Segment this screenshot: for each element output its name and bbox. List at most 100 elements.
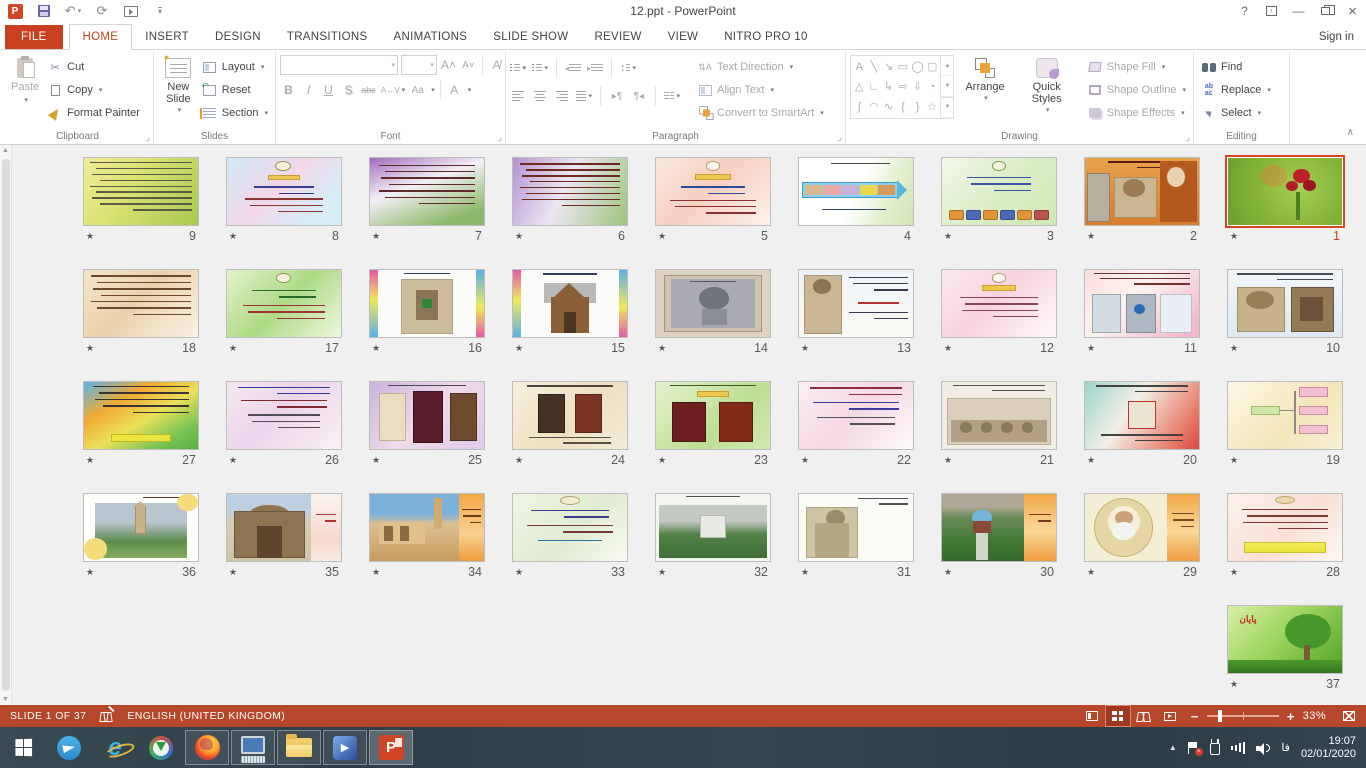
layout-button[interactable]: Layout▾ xyxy=(199,57,271,77)
language-label[interactable]: ENGLISH (UNITED KINGDOM) xyxy=(127,710,285,722)
taskbar-app-file-explorer[interactable] xyxy=(277,730,321,765)
network-icon[interactable] xyxy=(1231,742,1246,754)
tab-insert[interactable]: INSERT xyxy=(132,25,202,49)
animation-star-icon[interactable]: ★ xyxy=(656,567,666,578)
animation-star-icon[interactable]: ★ xyxy=(370,567,380,578)
tab-transitions[interactable]: TRANSITIONS xyxy=(274,25,381,49)
animation-star-icon[interactable]: ★ xyxy=(84,343,94,354)
elbow-arrow-connector-shape-icon[interactable]: ↳ xyxy=(884,82,893,93)
animation-star-icon[interactable]: ★ xyxy=(227,343,237,354)
shapes-more-button[interactable]: ▼ xyxy=(941,97,953,118)
right-brace-shape-icon[interactable]: } xyxy=(916,102,920,113)
shapes-gallery[interactable]: A╲↘▭◯▢△∟↳⇨⇩◔ʃ◠∿{}☆ ▲ ▼ ▼ xyxy=(850,55,954,119)
rounded-rectangle-shape-icon[interactable]: ▢ xyxy=(927,62,937,73)
show-hidden-icons-button[interactable]: ▲ xyxy=(1169,743,1177,752)
shape-outline-button[interactable]: Shape Outline▾ xyxy=(1084,80,1189,100)
slide-thumbnail-21[interactable] xyxy=(942,382,1056,449)
slide-thumbnail-3[interactable] xyxy=(942,158,1056,225)
shapes-scroll-down-button[interactable]: ▼ xyxy=(941,76,953,96)
tab-review[interactable]: REVIEW xyxy=(581,25,654,49)
tab-design[interactable]: DESIGN xyxy=(202,25,274,49)
bullets-button[interactable]: ▾ xyxy=(510,61,526,75)
animation-star-icon[interactable]: ★ xyxy=(942,567,952,578)
section-button[interactable]: Section▾ xyxy=(199,103,271,123)
action-center-icon[interactable]: × xyxy=(1188,742,1199,754)
quick-styles-button[interactable]: Quick Styles▾ xyxy=(1016,55,1078,120)
animation-star-icon[interactable]: ★ xyxy=(799,567,809,578)
font-name-combobox[interactable]: ▾ xyxy=(280,55,398,75)
undo-button[interactable]: ↶▾ xyxy=(64,2,82,20)
animation-star-icon[interactable]: ★ xyxy=(942,231,952,242)
slide-thumbnail-19[interactable] xyxy=(1228,382,1342,449)
animation-star-icon[interactable]: ★ xyxy=(1085,343,1095,354)
tab-animations[interactable]: ANIMATIONS xyxy=(381,25,481,49)
save-button[interactable] xyxy=(35,2,53,20)
drawing-dialog-launcher[interactable]: ⌟ xyxy=(1186,133,1190,142)
slide-thumbnail-22[interactable] xyxy=(799,382,913,449)
slide-thumbnail-25[interactable] xyxy=(370,382,484,449)
align-left-button[interactable] xyxy=(510,89,526,103)
slide-thumbnail-13[interactable] xyxy=(799,270,913,337)
italic-button[interactable]: I xyxy=(300,81,317,100)
minimize-button[interactable]: — xyxy=(1285,0,1312,22)
slide-thumbnail-8[interactable] xyxy=(227,158,341,225)
replace-button[interactable]: abacReplace▾ xyxy=(1198,80,1274,100)
slide-thumbnail-16[interactable] xyxy=(370,270,484,337)
format-painter-button[interactable]: Format Painter xyxy=(44,103,143,123)
down-arrow-shape-icon[interactable]: ⇩ xyxy=(913,82,922,93)
justify-button[interactable]: ▾ xyxy=(576,89,592,103)
animation-star-icon[interactable]: ★ xyxy=(1228,343,1238,354)
slide-thumbnail-12[interactable] xyxy=(942,270,1056,337)
repeat-button[interactable]: ⟳ xyxy=(93,2,111,20)
font-size-combobox[interactable]: ▾ xyxy=(401,55,437,75)
reset-button[interactable]: Reset xyxy=(199,80,271,100)
close-button[interactable]: × xyxy=(1339,0,1366,22)
arc-shape-icon[interactable]: ◠ xyxy=(869,102,879,113)
slide-thumbnail-31[interactable] xyxy=(799,494,913,561)
slide-thumbnail-26[interactable] xyxy=(227,382,341,449)
slide-thumbnail-32[interactable] xyxy=(656,494,770,561)
find-button[interactable]: Find xyxy=(1198,57,1274,77)
animation-star-icon[interactable]: ★ xyxy=(1085,455,1095,466)
arrow-shape-icon[interactable]: ↘ xyxy=(884,62,893,73)
slide-thumbnail-28[interactable] xyxy=(1228,494,1342,561)
strikethrough-button[interactable]: abc xyxy=(360,81,377,100)
slide-thumbnail-36[interactable] xyxy=(84,494,198,561)
reading-view-button[interactable] xyxy=(1131,705,1157,727)
slide-thumbnail-6[interactable] xyxy=(513,158,627,225)
clear-formatting-button[interactable]: A̸ xyxy=(488,56,505,75)
columns-button[interactable]: ▾ xyxy=(664,89,680,103)
zoom-slider[interactable] xyxy=(1207,715,1279,717)
slide-sorter-view-button[interactable] xyxy=(1105,705,1131,727)
zoom-out-button[interactable]: − xyxy=(1191,709,1199,724)
taskbar-app-media-player[interactable]: ▶ xyxy=(323,730,367,765)
animation-star-icon[interactable]: ★ xyxy=(227,455,237,466)
slide-thumbnail-7[interactable] xyxy=(370,158,484,225)
animation-star-icon[interactable]: ★ xyxy=(513,231,523,242)
underline-button[interactable]: U xyxy=(320,81,337,100)
animation-star-icon[interactable]: ★ xyxy=(370,343,380,354)
animation-star-icon[interactable]: ★ xyxy=(656,455,666,466)
animation-star-icon[interactable]: ★ xyxy=(1228,455,1238,466)
animation-star-icon[interactable]: ★ xyxy=(942,343,952,354)
ribbon-display-options-button[interactable]: ↑ xyxy=(1258,0,1285,22)
slide-thumbnail-1[interactable] xyxy=(1228,158,1342,225)
shapes-gallery-scrollbar[interactable]: ▲ ▼ ▼ xyxy=(940,56,953,118)
animation-star-icon[interactable]: ★ xyxy=(227,567,237,578)
increase-font-size-button[interactable]: A˄ xyxy=(440,56,457,75)
slide-thumbnail-20[interactable] xyxy=(1085,382,1199,449)
animation-star-icon[interactable]: ★ xyxy=(1228,567,1238,578)
slide-thumbnail-24[interactable] xyxy=(513,382,627,449)
text-direction-button[interactable]: ⇅AText Direction▾ xyxy=(694,57,827,77)
scribble-shape-icon[interactable]: ʃ xyxy=(858,102,860,113)
volume-icon[interactable] xyxy=(1256,742,1270,754)
animation-star-icon[interactable]: ★ xyxy=(656,231,666,242)
restore-button[interactable] xyxy=(1312,0,1339,22)
paste-button[interactable]: Paste▾ xyxy=(6,55,44,110)
animation-star-icon[interactable]: ★ xyxy=(513,455,523,466)
animation-star-icon[interactable]: ★ xyxy=(84,455,94,466)
animation-star-icon[interactable]: ★ xyxy=(84,567,94,578)
taskbar-app-idm[interactable] xyxy=(138,727,184,768)
slide-thumbnail-34[interactable] xyxy=(370,494,484,561)
slide-thumbnail-4[interactable] xyxy=(799,158,913,225)
